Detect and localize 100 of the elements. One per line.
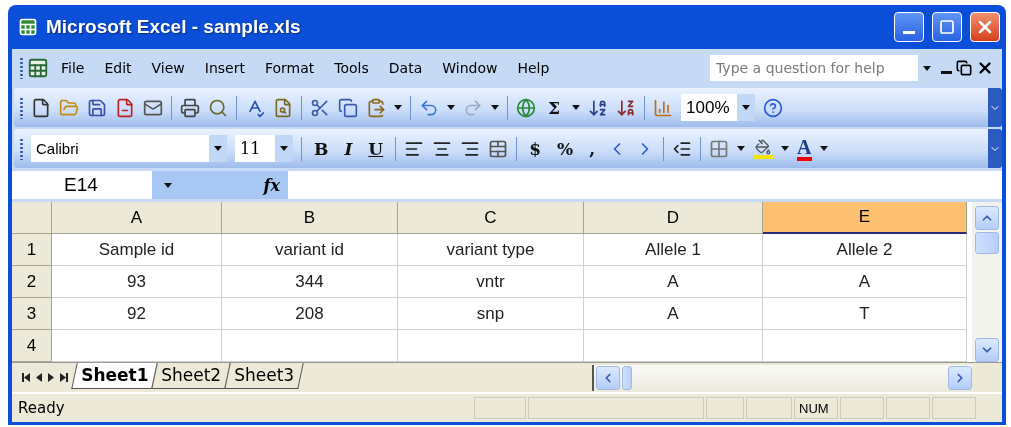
close-button[interactable]: [970, 12, 1000, 42]
cut-icon[interactable]: [310, 97, 330, 118]
last-sheet-icon[interactable]: [60, 373, 68, 382]
caret-icon[interactable]: [164, 182, 172, 188]
previous-sheet-icon[interactable]: [36, 373, 42, 382]
sheet-tab[interactable]: Sheet1: [71, 363, 159, 389]
font-color-button[interactable]: A: [797, 136, 812, 161]
table-cell[interactable]: Allele 1: [584, 234, 763, 266]
print-icon[interactable]: [180, 97, 200, 118]
table-cell[interactable]: variant type: [398, 234, 584, 266]
column-header[interactable]: C: [398, 202, 584, 234]
menu-item[interactable]: Format: [256, 58, 323, 78]
menu-item[interactable]: File: [53, 58, 93, 78]
table-cell[interactable]: A: [763, 266, 967, 298]
caret-icon[interactable]: [491, 105, 499, 110]
merge-center-icon[interactable]: [488, 138, 509, 159]
scroll-up-button[interactable]: [975, 206, 999, 230]
status-panel: [932, 397, 976, 419]
scroll-left-button[interactable]: [596, 365, 620, 390]
table-cell[interactable]: 208: [222, 298, 398, 330]
scroll-thumb[interactable]: [622, 365, 632, 390]
new-document-icon[interactable]: [31, 97, 51, 118]
menu-item[interactable]: Edit: [96, 58, 140, 78]
maximize-button[interactable]: [932, 12, 962, 42]
menu-item[interactable]: Window: [434, 58, 506, 78]
fill-color-icon[interactable]: [753, 138, 774, 159]
table-cell[interactable]: 92: [52, 298, 222, 330]
caret-icon[interactable]: [214, 146, 222, 151]
comma-button[interactable]: ,: [585, 138, 600, 159]
minimize-icon[interactable]: [941, 70, 952, 74]
caret-icon[interactable]: [447, 105, 455, 110]
help-search-field[interactable]: Type a question for help: [709, 54, 937, 82]
research-icon[interactable]: [273, 97, 293, 118]
window-title: Microsoft Excel - sample.xls: [46, 16, 302, 38]
menu-item[interactable]: View: [143, 58, 193, 78]
caret-icon[interactable]: [819, 146, 828, 151]
bold-button[interactable]: B: [310, 138, 333, 159]
table-cell[interactable]: variant id: [222, 234, 398, 266]
row-header[interactable]: 2: [12, 266, 52, 298]
copy-icon[interactable]: [338, 97, 358, 118]
hyperlink-icon[interactable]: [516, 97, 536, 118]
autosum-button[interactable]: Σ: [544, 97, 565, 118]
caret-icon[interactable]: [781, 146, 790, 151]
table-cell[interactable]: A: [584, 266, 763, 298]
table-cell[interactable]: 344: [222, 266, 398, 298]
workbook-icon[interactable]: [27, 57, 49, 79]
permission-icon[interactable]: [115, 97, 135, 118]
insert-function-button[interactable]: fx: [263, 175, 280, 195]
paste-icon[interactable]: [366, 97, 386, 118]
print-preview-icon[interactable]: [208, 97, 228, 118]
table-cell[interactable]: T: [763, 298, 967, 330]
column-header[interactable]: B: [222, 202, 398, 234]
font-size-field[interactable]: 11: [235, 135, 293, 162]
close-icon[interactable]: [976, 59, 994, 77]
zoom-field[interactable]: 100%: [681, 94, 756, 121]
scroll-thumb[interactable]: [975, 232, 999, 254]
menu-item[interactable]: Help: [509, 58, 558, 78]
caret-icon[interactable]: [742, 105, 751, 110]
row-header[interactable]: 1: [12, 234, 52, 266]
borders-icon[interactable]: [709, 138, 730, 159]
scroll-right-button[interactable]: [948, 365, 972, 390]
sheet-tab[interactable]: Sheet2: [151, 363, 232, 389]
underline-button[interactable]: U: [364, 138, 388, 159]
table-cell[interactable]: vntr: [398, 266, 584, 298]
restore-icon[interactable]: [956, 60, 972, 76]
table-cell[interactable]: snp: [398, 298, 584, 330]
menu-item[interactable]: Insert: [196, 58, 253, 78]
chart-icon[interactable]: [653, 97, 674, 118]
row-header[interactable]: 3: [12, 298, 52, 330]
num-lock-indicator: NUM: [794, 397, 838, 419]
column-header[interactable]: D: [584, 202, 763, 234]
table-cell[interactable]: 93: [52, 266, 222, 298]
column-header[interactable]: E: [763, 202, 967, 234]
column-header[interactable]: A: [52, 202, 222, 234]
name-box[interactable]: E14: [12, 171, 152, 199]
first-sheet-icon[interactable]: [22, 373, 30, 382]
status-panel: [886, 397, 930, 419]
next-sheet-icon[interactable]: [48, 373, 54, 382]
row-header[interactable]: 4: [12, 330, 52, 362]
italic-button[interactable]: I: [340, 138, 357, 159]
caret-icon[interactable]: [572, 105, 581, 110]
menu-item[interactable]: Data: [380, 58, 431, 78]
spreadsheet-icon: [18, 17, 38, 37]
caret-icon[interactable]: [737, 146, 746, 151]
table-cell[interactable]: Sample id: [52, 234, 222, 266]
font-field[interactable]: Calibri: [31, 135, 227, 162]
undo-icon[interactable]: [419, 97, 439, 118]
caret-icon[interactable]: [923, 65, 931, 71]
currency-button[interactable]: $: [525, 138, 545, 159]
save-icon[interactable]: [87, 97, 107, 118]
help-icon[interactable]: [763, 97, 784, 118]
menu-item[interactable]: Tools: [326, 58, 377, 78]
minimize-button[interactable]: [894, 12, 924, 42]
scroll-down-button[interactable]: [975, 338, 999, 362]
percent-button[interactable]: %: [553, 138, 578, 159]
caret-icon[interactable]: [394, 105, 402, 110]
caret-icon[interactable]: [280, 146, 288, 151]
table-cell[interactable]: A: [584, 298, 763, 330]
table-cell[interactable]: Allele 2: [763, 234, 967, 266]
sheet-tab[interactable]: Sheet3: [224, 363, 305, 389]
